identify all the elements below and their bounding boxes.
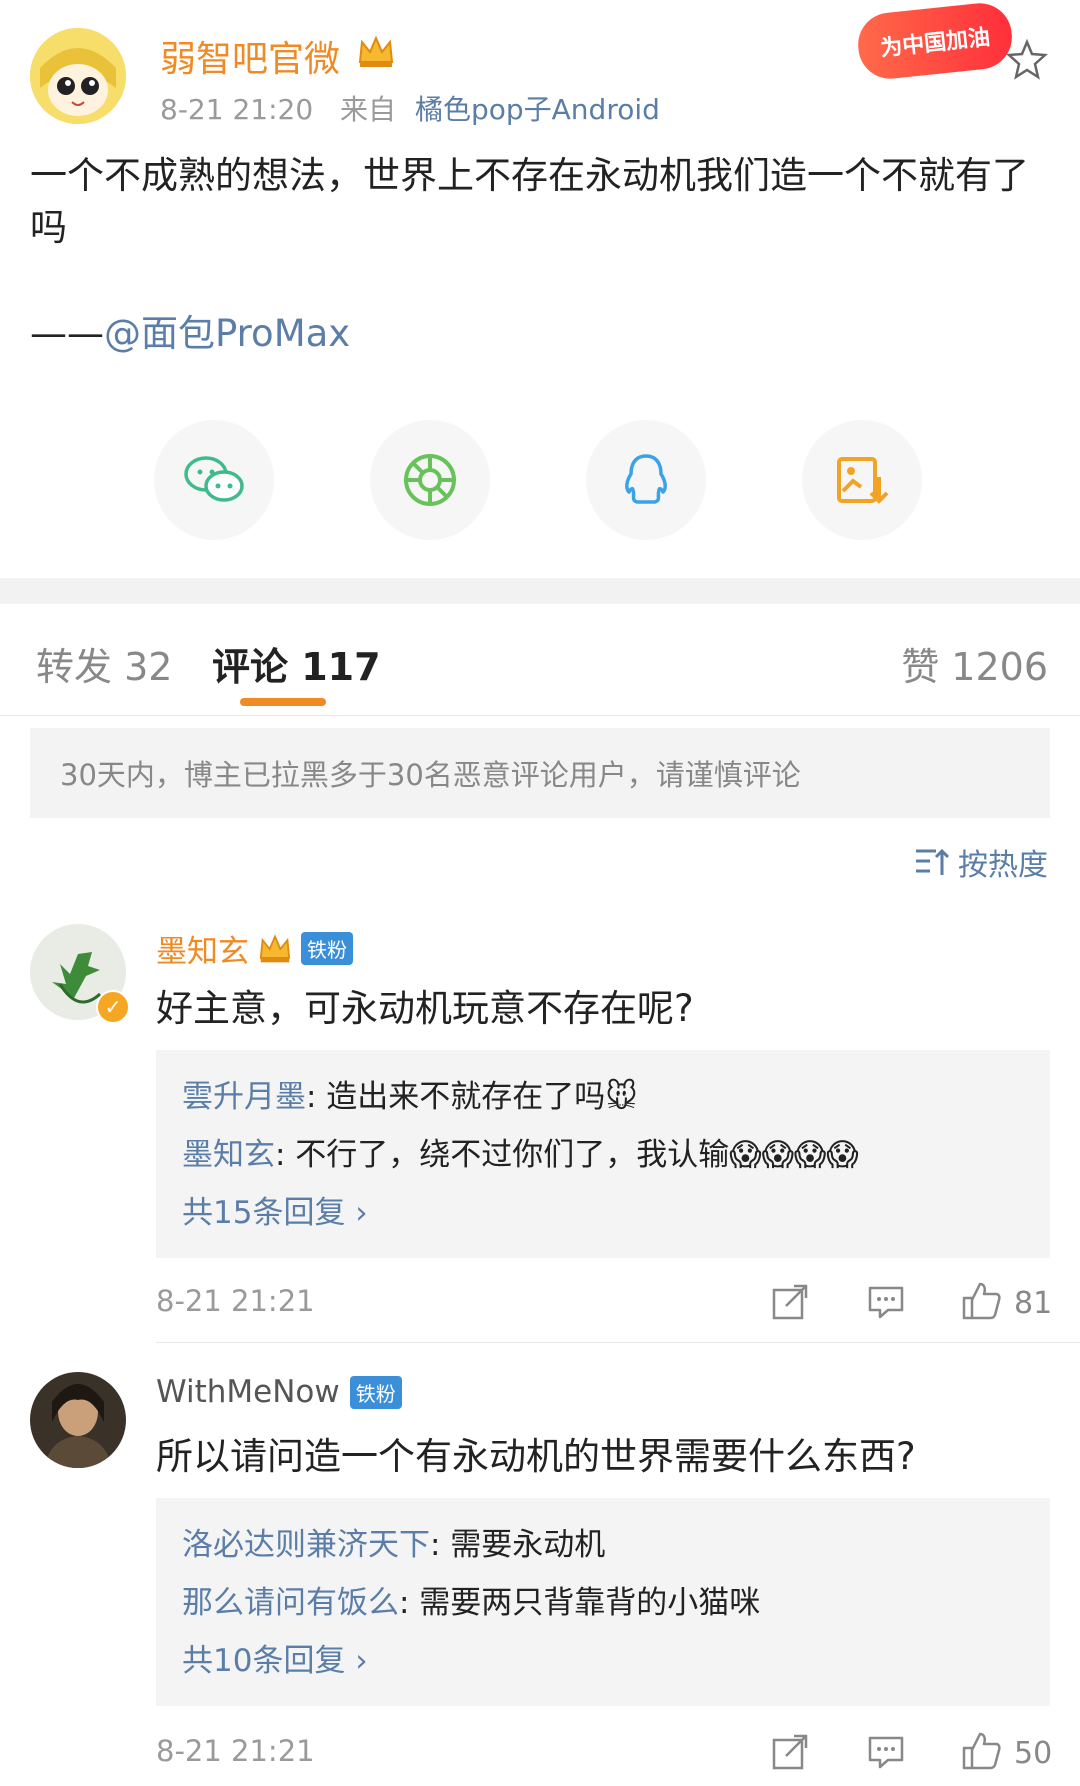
- post-author-name[interactable]: 弱智吧官微: [160, 30, 340, 82]
- commenter-name[interactable]: WithMeNow: [156, 1374, 340, 1410]
- tab-comment[interactable]: 评论 117: [212, 636, 381, 691]
- repost-icon[interactable]: [770, 1282, 810, 1322]
- commenter-avatar[interactable]: [30, 1372, 126, 1468]
- reply-line: 雲升月墨: 造出来不就存在了吗🐭: [182, 1068, 1024, 1126]
- comment-time: 8-21 21:21: [156, 1284, 315, 1318]
- share-wechat-button[interactable]: [154, 420, 274, 540]
- reply-author[interactable]: 洛必达则兼济天下: [182, 1527, 430, 1563]
- comment-divider: [156, 1342, 1080, 1343]
- post-content: 一个不成熟的想法，世界上不存在永动机我们造一个不就有了吗: [30, 154, 1029, 249]
- author-avatar[interactable]: [30, 28, 126, 124]
- wechat-icon: [184, 456, 244, 502]
- reply-icon[interactable]: [866, 1732, 906, 1772]
- favorite-star-icon[interactable]: [1005, 38, 1049, 80]
- tab-like[interactable]: 赞 1206: [901, 636, 1048, 691]
- fan-tag: 铁粉: [349, 1375, 402, 1409]
- crown-icon: [259, 933, 291, 962]
- sort-by-hot-button[interactable]: 按热度: [914, 840, 1048, 884]
- section-separator: [0, 578, 1080, 604]
- tabs-divider: [0, 715, 1080, 716]
- comment-text: 所以请问造一个有永动机的世界需要什么东西?: [156, 1435, 916, 1478]
- reply-author[interactable]: 墨知玄: [182, 1137, 275, 1173]
- source-prefix: 来自: [340, 93, 397, 126]
- comment-notice: 30天内，博主已拉黑多于30名恶意评论用户，请谨慎评论: [30, 728, 1050, 818]
- cheer-badge[interactable]: 为中国加油: [854, 0, 1016, 82]
- crown-icon: [356, 34, 396, 70]
- reply-line: 那么请问有饭么: 需要两只背靠背的小猫咪: [182, 1574, 1024, 1632]
- save-image-icon: [837, 457, 889, 504]
- post-signature: ——@面包ProMax: [30, 303, 350, 357]
- moments-icon: [404, 454, 456, 506]
- reply-line: 墨知玄: 不行了，绕不过你们了，我认输😱😱😱😱: [182, 1126, 1024, 1184]
- share-moments-button[interactable]: [370, 420, 490, 540]
- sort-icon: [916, 848, 950, 875]
- comment-header: 墨知玄 铁粉: [156, 926, 353, 971]
- signature-dash: ——: [30, 312, 104, 355]
- reply-icon[interactable]: [866, 1282, 906, 1322]
- reply-line: 洛必达则兼济天下: 需要永动机: [182, 1516, 1024, 1574]
- comment-text: 好主意，可永动机玩意不存在呢?: [156, 987, 694, 1030]
- reply-author[interactable]: 雲升月墨: [182, 1079, 306, 1115]
- repost-icon[interactable]: [770, 1732, 810, 1772]
- commenter-name[interactable]: 墨知玄: [156, 926, 249, 971]
- save-image-button[interactable]: [802, 420, 922, 540]
- qq-icon: [625, 454, 667, 504]
- active-tab-indicator: [240, 698, 326, 706]
- share-qq-button[interactable]: [586, 420, 706, 540]
- fan-tag: 铁粉: [301, 932, 353, 965]
- more-replies-link[interactable]: 共10条回复 ›: [182, 1632, 1024, 1690]
- reply-text: : 不行了，绕不过你们了，我认输😱😱😱😱: [275, 1137, 859, 1173]
- sort-label: 按热度: [958, 848, 1048, 883]
- comment-time: 8-21 21:21: [156, 1734, 315, 1768]
- reply-preview[interactable]: 雲升月墨: 造出来不就存在了吗🐭 墨知玄: 不行了，绕不过你们了，我认输😱😱😱😱…: [156, 1050, 1050, 1258]
- post-meta: 8-21 21:20 来自 橘色pop子Android: [160, 88, 660, 128]
- more-replies-link[interactable]: 共15条回复 ›: [182, 1184, 1024, 1242]
- post-source[interactable]: 橘色pop子Android: [415, 93, 660, 126]
- post-time: 8-21 21:20: [160, 93, 314, 126]
- like-count: 81: [1014, 1286, 1053, 1321]
- reply-author[interactable]: 那么请问有饭么: [182, 1585, 399, 1621]
- verified-icon: ✓: [96, 990, 130, 1024]
- like-icon[interactable]: [960, 1280, 1001, 1320]
- reply-text: : 需要永动机: [430, 1527, 606, 1563]
- tab-repost[interactable]: 转发 32: [36, 636, 172, 691]
- reply-text: : 需要两只背靠背的小猫咪: [399, 1585, 761, 1621]
- comment-header: WithMeNow 铁粉: [156, 1374, 402, 1410]
- reply-text: : 造出来不就存在了吗🐭: [306, 1079, 638, 1115]
- like-count: 50: [1014, 1736, 1053, 1771]
- like-icon[interactable]: [960, 1730, 1001, 1770]
- reply-preview[interactable]: 洛必达则兼济天下: 需要永动机 那么请问有饭么: 需要两只背靠背的小猫咪 共10…: [156, 1498, 1050, 1706]
- mention-link[interactable]: @面包ProMax: [104, 312, 350, 355]
